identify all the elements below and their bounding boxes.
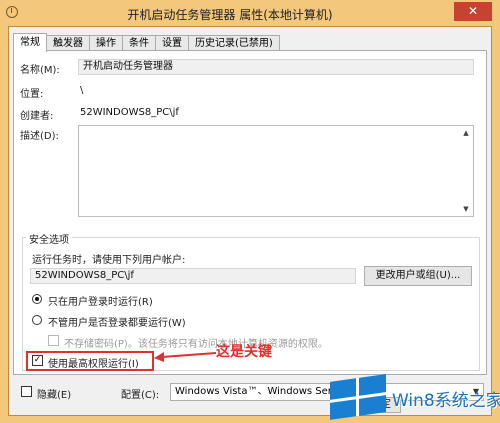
location-value: \ xyxy=(80,85,84,96)
hidden-checkbox[interactable] xyxy=(21,386,32,397)
location-label: 位置: xyxy=(20,89,44,100)
radio-run-whether-logged-on-label: 不管用户是否登录都要运行(W) xyxy=(48,318,186,329)
security-options-title: 安全选项 xyxy=(26,231,72,246)
dialog-body: 常规 触发器 操作 条件 设置 历史记录(已禁用) 名称(M): 开机启动任务管… xyxy=(8,26,492,416)
description-textarea[interactable]: ▲ ▼ xyxy=(78,125,474,217)
run-as-label: 运行任务时，请使用下列用户帐户: xyxy=(32,255,186,266)
watermark-text: Win8系统之家 xyxy=(392,391,500,411)
callout-arrow-icon xyxy=(154,352,217,362)
general-tab-panel: 名称(M): 开机启动任务管理器 位置: \ 创建者: 52WINDOWS8_P… xyxy=(13,50,487,375)
hidden-label: 隐藏(E) xyxy=(37,390,72,401)
windows-logo-icon xyxy=(330,374,386,420)
description-label: 描述(D): xyxy=(20,131,59,142)
change-user-button[interactable]: 更改用户或组(U)... xyxy=(364,266,472,286)
close-button[interactable]: ✕ xyxy=(454,2,492,21)
config-label: 配置(C): xyxy=(121,390,160,401)
scroll-up-arrow-icon[interactable]: ▲ xyxy=(461,128,471,138)
tab-general[interactable]: 常规 xyxy=(13,33,47,52)
title-bar[interactable]: 开机启动任务管理器 属性(本地计算机) ✕ xyxy=(0,0,500,26)
no-store-password-checkbox xyxy=(48,335,59,346)
scroll-down-arrow-icon[interactable]: ▼ xyxy=(461,204,471,214)
radio-run-only-logged-on-label: 只在用户登录时运行(R) xyxy=(48,297,153,308)
author-label: 创建者: xyxy=(20,111,54,122)
highest-privileges-checkbox[interactable]: ✓ xyxy=(32,355,43,366)
tab-strip: 常规 触发器 操作 条件 设置 历史记录(已禁用) xyxy=(13,33,280,52)
name-field[interactable]: 开机启动任务管理器 xyxy=(78,59,474,75)
window-title: 开机启动任务管理器 属性(本地计算机) xyxy=(127,8,333,22)
properties-window: 开机启动任务管理器 属性(本地计算机) ✕ 常规 触发器 操作 条件 设置 历史… xyxy=(0,0,500,423)
radio-run-only-logged-on[interactable] xyxy=(32,294,42,304)
radio-run-whether-logged-on[interactable] xyxy=(32,315,42,325)
callout-text: 这是关键 xyxy=(216,344,272,360)
author-value: 52WINDOWS8_PC\jf xyxy=(80,107,179,118)
user-account-field: 52WINDOWS8_PC\jf xyxy=(30,268,356,284)
name-label: 名称(M): xyxy=(20,65,60,76)
highest-privileges-label: 使用最高权限运行(I) xyxy=(48,359,139,370)
